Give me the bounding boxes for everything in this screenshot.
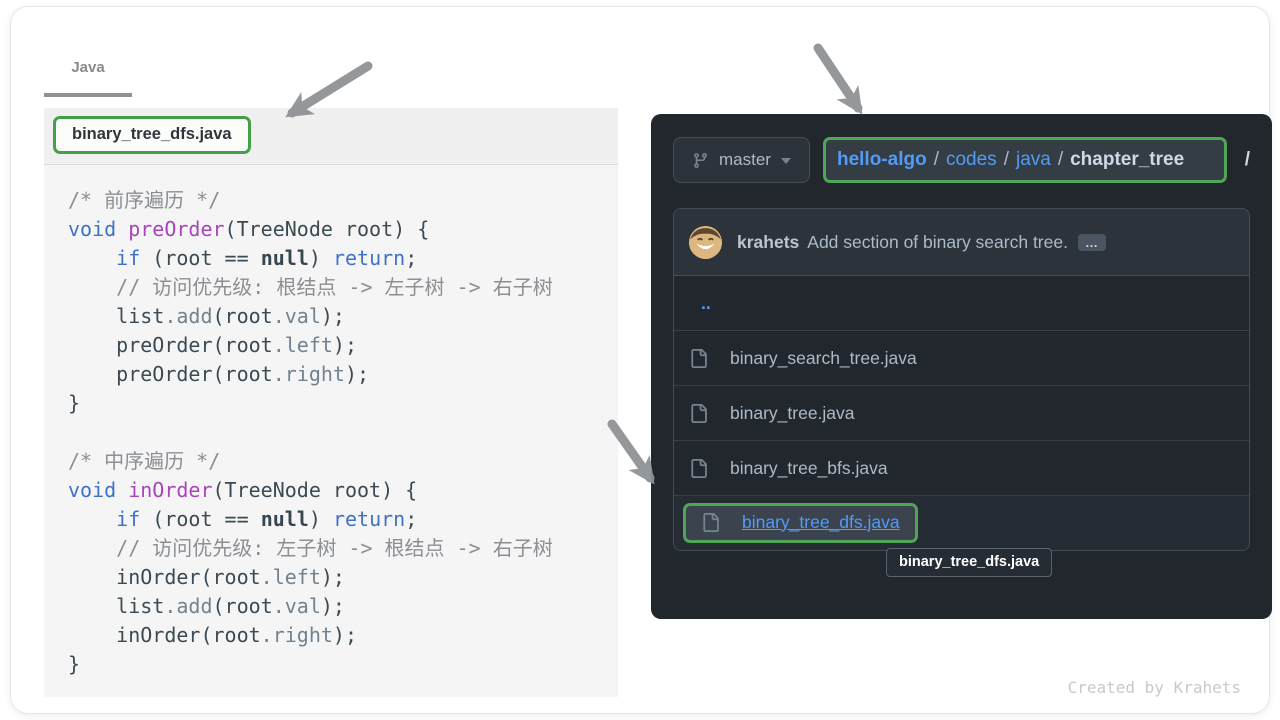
file-row[interactable]: binary_tree_bfs.java [674, 441, 1249, 496]
tooltip: binary_tree_dfs.java [886, 548, 1052, 577]
code-line [68, 418, 618, 447]
github-top-bar: master hello-algo/codes/java/chapter_tre… [673, 137, 1250, 183]
tab-java[interactable]: Java [44, 59, 132, 97]
file-list-box: krahets Add section of binary search tre… [673, 208, 1250, 551]
code-line: /* 中序遍历 */ [68, 447, 618, 476]
git-branch-icon [692, 152, 709, 169]
code-line: // 访问优先级: 左子树 -> 根结点 -> 右子树 [68, 534, 618, 563]
breadcrumb-segment[interactable]: hello-algo [837, 149, 927, 171]
breadcrumb-separator: / [997, 149, 1016, 171]
file-row[interactable]: binary_tree_dfs.java [674, 496, 1249, 550]
branch-name: master [719, 150, 771, 170]
commit-author[interactable]: krahets [737, 232, 799, 253]
code-line: preOrder(root.right); [68, 360, 618, 389]
code-line: if (root == null) return; [68, 505, 618, 534]
github-panel: master hello-algo/codes/java/chapter_tre… [651, 114, 1272, 619]
code-line: void inOrder(TreeNode root) { [68, 476, 618, 505]
parent-dir-row[interactable]: .. [674, 276, 1249, 331]
chevron-down-icon [781, 158, 791, 169]
annotation-green-box: binary_tree_dfs.java [683, 503, 918, 543]
footer-credit: Created by Krahets [1068, 678, 1241, 697]
breadcrumb: hello-algo/codes/java/chapter_tree [823, 137, 1227, 183]
breadcrumb-segment[interactable]: java [1016, 149, 1051, 171]
breadcrumb-trailing-slash: / [1245, 149, 1250, 171]
code-line: /* 前序遍历 */ [68, 186, 618, 215]
breadcrumb-segment[interactable]: codes [946, 149, 997, 171]
code-line: } [68, 650, 618, 679]
breadcrumb-separator: / [1051, 149, 1070, 171]
file-name[interactable]: binary_tree.java [730, 403, 855, 424]
avatar[interactable] [689, 226, 722, 259]
code-block: /* 前序遍历 */void preOrder(TreeNode root) {… [44, 165, 618, 697]
file-row[interactable]: binary_tree.java [674, 386, 1249, 441]
file-name[interactable]: binary_tree_bfs.java [730, 458, 888, 479]
code-line: inOrder(root.left); [68, 563, 618, 592]
breadcrumb-separator: / [927, 149, 946, 171]
file-row[interactable]: binary_search_tree.java [674, 331, 1249, 386]
file-icon [701, 513, 720, 532]
file-icon [689, 349, 708, 368]
code-line: // 访问优先级: 根结点 -> 左子树 -> 右子树 [68, 273, 618, 302]
screenshot-card: Java binary_tree_dfs.java /* 前序遍历 */void… [10, 6, 1270, 714]
commit-message[interactable]: Add section of binary search tree. [807, 232, 1068, 253]
file-link[interactable]: binary_tree_dfs.java [742, 512, 900, 533]
code-line: void preOrder(TreeNode root) { [68, 215, 618, 244]
code-filename-bar: binary_tree_dfs.java [44, 108, 618, 165]
file-icon [689, 404, 708, 423]
code-line: } [68, 389, 618, 418]
file-icon [689, 459, 708, 478]
code-line: list.add(root.val); [68, 302, 618, 331]
commit-row: krahets Add section of binary search tre… [674, 209, 1249, 276]
breadcrumb-segment: chapter_tree [1070, 149, 1184, 171]
code-line: if (root == null) return; [68, 244, 618, 273]
commit-ellipsis-button[interactable]: … [1078, 234, 1106, 251]
code-line: preOrder(root.left); [68, 331, 618, 360]
code-line: list.add(root.val); [68, 592, 618, 621]
filename-highlight-box: binary_tree_dfs.java [53, 116, 251, 154]
code-line: inOrder(root.right); [68, 621, 618, 650]
branch-selector[interactable]: master [673, 137, 810, 183]
parent-dir-link[interactable]: .. [701, 293, 711, 314]
file-name[interactable]: binary_search_tree.java [730, 348, 917, 369]
